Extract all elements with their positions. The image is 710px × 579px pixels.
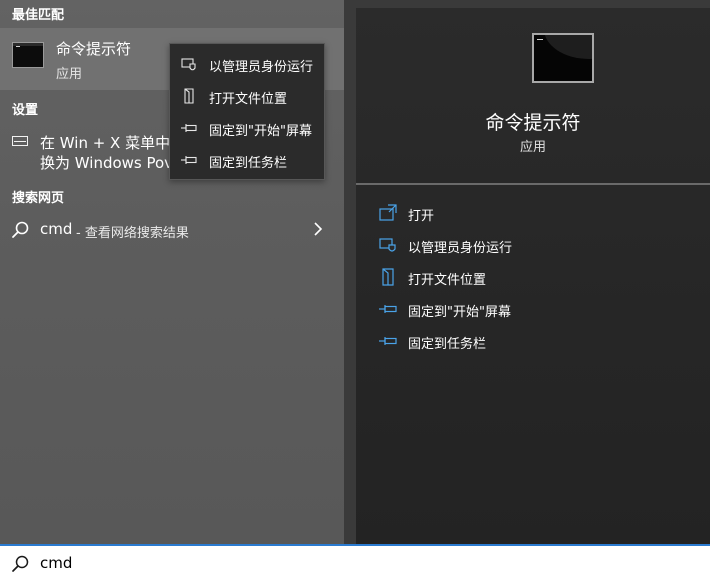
action-pin-to-start-label: 固定到"开始"屏幕	[408, 305, 511, 320]
action-pin-to-taskbar-label: 固定到任务栏	[408, 337, 487, 352]
shield-icon	[181, 58, 196, 71]
action-open-file-location[interactable]: 打开文件位置	[356, 260, 710, 292]
action-open-file-location-label: 打开文件位置	[408, 273, 487, 288]
details-pane: 命令提示符 应用 打开 以管理员身份运行 打开文件位置 固定到"开始"屏幕 固定…	[356, 8, 710, 544]
search-icon	[12, 221, 29, 238]
ctx-pin-to-start-label: 固定到"开始"屏幕	[209, 124, 312, 139]
best-match-subtitle: 应用	[56, 67, 83, 82]
ctx-run-as-admin[interactable]: 以管理员身份运行	[170, 47, 324, 79]
pin-icon	[379, 305, 397, 313]
ctx-pin-to-start[interactable]: 固定到"开始"屏幕	[170, 111, 324, 143]
settings-result-line2: 换为 Windows Pov	[40, 154, 174, 172]
settings-window-icon	[12, 136, 28, 146]
details-subtitle: 应用	[519, 140, 546, 155]
action-run-as-admin-label: 以管理员身份运行	[408, 241, 513, 256]
chevron-right-icon[interactable]	[312, 222, 324, 236]
command-prompt-large-icon	[532, 33, 594, 83]
ctx-open-file-location[interactable]: 打开文件位置	[170, 79, 324, 111]
settings-result-line1: 在 Win + X 菜单中	[40, 134, 171, 152]
action-run-as-admin[interactable]: 以管理员身份运行	[356, 228, 710, 260]
web-search-query: cmd	[40, 220, 73, 238]
ctx-run-as-admin-label: 以管理员身份运行	[209, 60, 314, 75]
web-search-suffix: - 查看网络搜索结果	[76, 226, 189, 241]
details-pane-frame: 命令提示符 应用 打开 以管理员身份运行 打开文件位置 固定到"开始"屏幕 固定…	[344, 0, 710, 544]
ctx-open-file-location-label: 打开文件位置	[209, 92, 288, 107]
command-prompt-icon	[12, 42, 44, 68]
open-icon	[379, 204, 397, 221]
context-menu: 以管理员身份运行 打开文件位置 固定到"开始"屏幕 固定到任务栏	[169, 43, 325, 180]
file-location-icon	[382, 268, 394, 286]
settings-header: 设置	[12, 103, 39, 118]
search-input[interactable]: cmd	[40, 554, 72, 572]
best-match-title: 命令提示符	[56, 40, 132, 58]
action-open-label: 打开	[408, 209, 435, 224]
action-open[interactable]: 打开	[356, 196, 710, 228]
action-pin-to-start[interactable]: 固定到"开始"屏幕	[356, 292, 710, 324]
shield-icon	[379, 238, 396, 252]
search-box[interactable]: cmd	[0, 544, 710, 579]
search-icon	[12, 555, 29, 572]
web-search-result[interactable]: cmd - 查看网络搜索结果	[0, 212, 344, 246]
action-pin-to-taskbar[interactable]: 固定到任务栏	[356, 324, 710, 356]
file-location-icon	[184, 88, 194, 104]
details-title: 命令提示符	[485, 112, 581, 134]
pin-icon	[379, 337, 397, 345]
pin-icon	[181, 156, 197, 164]
details-divider	[356, 183, 710, 185]
web-search-header: 搜索网页	[12, 191, 65, 206]
ctx-pin-to-taskbar[interactable]: 固定到任务栏	[170, 143, 324, 175]
best-match-header: 最佳匹配	[12, 8, 65, 23]
pin-icon	[181, 124, 197, 132]
ctx-pin-to-taskbar-label: 固定到任务栏	[209, 156, 288, 171]
